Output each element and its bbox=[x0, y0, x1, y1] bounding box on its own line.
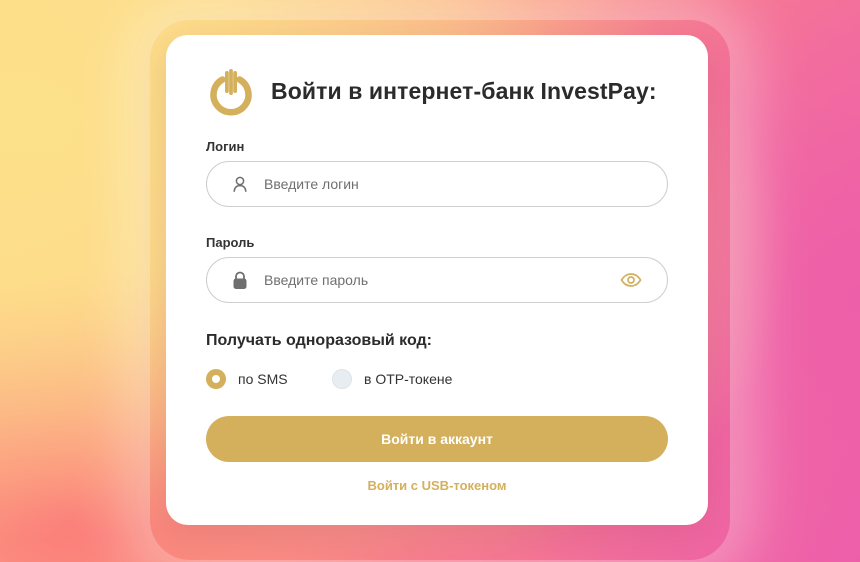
username-field[interactable] bbox=[206, 161, 668, 207]
otp-section-title: Получать одноразовый код: bbox=[206, 332, 433, 349]
radio-sms[interactable] bbox=[206, 369, 226, 389]
username-input[interactable] bbox=[264, 164, 667, 204]
password-label: Пароль bbox=[206, 235, 255, 250]
page-title: Войти в интернет-банк InvestPay: bbox=[271, 77, 657, 104]
login-card: Войти в интернет-банк InvestPay: Логин П… bbox=[166, 35, 708, 525]
otp-option-sms-label: по SMS bbox=[238, 371, 288, 387]
eye-icon[interactable] bbox=[619, 268, 643, 292]
login-submit-button[interactable]: Войти в аккаунт bbox=[206, 416, 668, 462]
password-input[interactable] bbox=[264, 260, 619, 300]
username-label: Логин bbox=[206, 139, 245, 154]
investpay-logo bbox=[210, 69, 252, 116]
user-icon bbox=[229, 173, 251, 195]
otp-option-token-label: в OTP-токене bbox=[364, 371, 453, 387]
otp-option-token[interactable]: в OTP-токене bbox=[332, 369, 452, 389]
radio-otp-token[interactable] bbox=[332, 369, 352, 389]
usb-token-login-link[interactable]: Войти с USB-токеном bbox=[206, 478, 668, 493]
lock-icon bbox=[229, 269, 251, 291]
card-header: Войти в интернет-банк InvestPay: bbox=[206, 66, 657, 116]
password-field[interactable] bbox=[206, 257, 668, 303]
otp-option-sms[interactable]: по SMS bbox=[206, 369, 288, 389]
